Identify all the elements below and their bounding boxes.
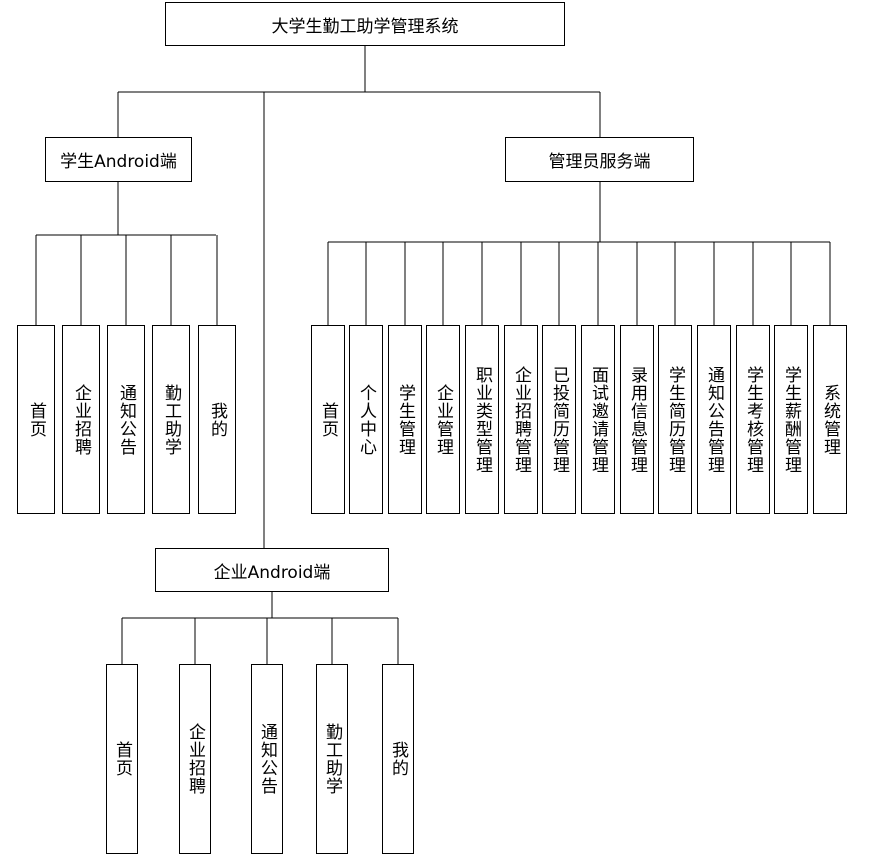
- admin-module-9: 录用信息管理: [620, 325, 654, 514]
- admin-module-6: 企业招聘管理: [504, 325, 538, 514]
- admin-service-node: 管理员服务端: [505, 137, 694, 182]
- admin-module-10: 学生简历管理: [658, 325, 692, 514]
- student-module-2: 企业招聘: [62, 325, 100, 514]
- company-module-1: 首页: [106, 664, 138, 854]
- student-android-node: 学生Android端: [45, 137, 192, 182]
- admin-module-14: 系统管理: [813, 325, 847, 514]
- company-module-4: 勤工助学: [316, 664, 348, 854]
- admin-module-3: 学生管理: [388, 325, 422, 514]
- company-module-5: 我的: [382, 664, 414, 854]
- admin-module-1: 首页: [311, 325, 345, 514]
- admin-module-4: 企业管理: [426, 325, 460, 514]
- admin-module-8: 面试邀请管理: [581, 325, 615, 514]
- student-module-1: 首页: [17, 325, 55, 514]
- student-module-3: 通知公告: [107, 325, 145, 514]
- system-structure-diagram: 大学生勤工助学管理系统 学生Android端 管理员服务端 企业Android端…: [0, 0, 879, 858]
- company-module-2: 企业招聘: [179, 664, 211, 854]
- admin-module-11: 通知公告管理: [697, 325, 731, 514]
- company-module-3: 通知公告: [251, 664, 283, 854]
- company-android-node: 企业Android端: [155, 548, 389, 592]
- admin-module-12: 学生考核管理: [736, 325, 770, 514]
- root-node: 大学生勤工助学管理系统: [165, 2, 565, 46]
- admin-module-5: 职业类型管理: [465, 325, 499, 514]
- admin-module-13: 学生薪酬管理: [774, 325, 808, 514]
- admin-module-2: 个人中心: [349, 325, 383, 514]
- admin-module-7: 已投简历管理: [542, 325, 576, 514]
- student-module-5: 我的: [198, 325, 236, 514]
- student-module-4: 勤工助学: [152, 325, 190, 514]
